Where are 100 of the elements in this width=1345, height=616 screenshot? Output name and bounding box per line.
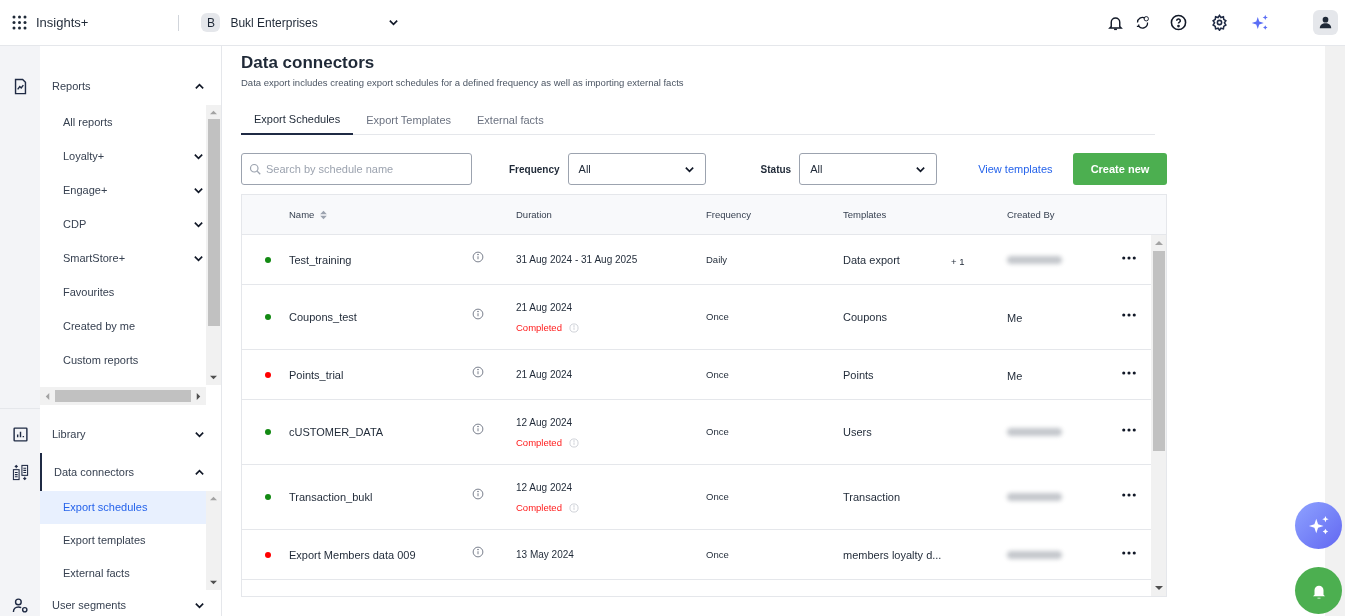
- scroll-up-icon: [210, 495, 217, 502]
- nav-item[interactable]: Created by me: [40, 309, 206, 343]
- search-icon: [249, 163, 261, 176]
- nav-item[interactable]: Export templates: [40, 524, 206, 557]
- duration-text: 31 Aug 2024 - 31 Aug 2025: [516, 253, 639, 268]
- page-scrollbar[interactable]: [1325, 46, 1345, 616]
- user-settings-icon: [11, 597, 29, 614]
- nav-item[interactable]: Engage+: [40, 173, 206, 207]
- template-name: Points: [843, 367, 875, 383]
- more-actions-button[interactable]: [1122, 493, 1136, 498]
- nav-scrollbar[interactable]: [206, 105, 221, 385]
- info-icon: [472, 250, 484, 263]
- info-icon: [472, 545, 484, 558]
- status-label: Status: [760, 162, 792, 177]
- frequency-text: Once: [706, 367, 730, 382]
- scrollbar-thumb[interactable]: [207, 119, 220, 326]
- search-field[interactable]: Search by schedule name: [241, 153, 472, 186]
- column-header: Templates: [843, 207, 888, 222]
- scroll-up-icon: [210, 109, 217, 116]
- nav-item[interactable]: All reports: [40, 105, 206, 139]
- more-actions-button[interactable]: [1122, 428, 1136, 433]
- status-dropdown[interactable]: All: [799, 153, 938, 186]
- more-icon: [1122, 493, 1136, 498]
- status-text: Completed: [516, 320, 562, 335]
- sync-clock-icon[interactable]: [1135, 15, 1150, 30]
- chevron-down-icon: [387, 17, 399, 28]
- more-icon: [1122, 550, 1136, 555]
- nav-section[interactable]: Library: [40, 415, 221, 453]
- info-icon: [568, 322, 579, 333]
- info-icon: [472, 488, 484, 501]
- template-name: Transaction: [843, 490, 902, 505]
- scroll-right-icon: [195, 392, 202, 400]
- org-avatar: B: [201, 13, 221, 32]
- nav-item[interactable]: CDP: [40, 207, 206, 241]
- frequency-text: Once: [706, 310, 730, 325]
- nav-item[interactable]: Custom reports: [40, 343, 206, 377]
- template-name: Data export: [843, 252, 901, 268]
- nav-item[interactable]: Export schedules: [40, 491, 206, 524]
- more-actions-button[interactable]: [1122, 550, 1136, 555]
- info-icon: [472, 423, 484, 436]
- duration-text: 13 May 2024: [516, 548, 575, 563]
- info-icon: [568, 502, 579, 513]
- status-text: Completed: [516, 435, 562, 450]
- sort-icon: [320, 209, 328, 220]
- tab[interactable]: Export Templates: [353, 104, 464, 136]
- user-icon: [1319, 16, 1332, 29]
- status-text: Completed: [516, 500, 562, 515]
- scroll-down-icon[interactable]: [1154, 584, 1163, 593]
- connectors-icon: [11, 463, 29, 481]
- settings-icon[interactable]: [1211, 14, 1228, 31]
- schedule-name[interactable]: Export Members data 009: [289, 546, 467, 563]
- frequency-text: Once: [706, 425, 730, 440]
- sparkle-icon[interactable]: [1251, 13, 1269, 32]
- tab[interactable]: External facts: [464, 104, 557, 136]
- bar-chart-icon: [11, 425, 29, 443]
- schedule-name[interactable]: Test_training: [289, 251, 467, 268]
- scroll-left-icon: [44, 392, 51, 400]
- more-templates-count[interactable]: + 1: [951, 255, 965, 267]
- scrollbar-thumb[interactable]: [1152, 251, 1165, 452]
- more-actions-button[interactable]: [1122, 255, 1136, 260]
- info-icon: [472, 308, 484, 321]
- nav-scrollbar[interactable]: [206, 491, 221, 590]
- nav-item[interactable]: External facts: [40, 557, 206, 590]
- view-templates-link[interactable]: View templates: [978, 161, 1053, 178]
- user-avatar-button[interactable]: [1313, 10, 1338, 35]
- template-name: members loyalty d...: [843, 547, 943, 563]
- chevron-up-icon: [194, 80, 205, 92]
- frequency-text: Once: [706, 547, 730, 562]
- table-scrollbar[interactable]: [1151, 235, 1166, 597]
- duration-text: 12 Aug 2024: [516, 415, 574, 430]
- schedule-name[interactable]: cUSTOMER_DATA: [289, 424, 467, 441]
- schedule-name[interactable]: Coupons_test: [289, 309, 467, 326]
- column-header: Duration: [516, 207, 553, 222]
- scroll-down-icon: [210, 579, 217, 586]
- nav-section[interactable]: User segments: [40, 590, 221, 616]
- tab[interactable]: Export Schedules: [241, 104, 354, 136]
- more-icon: [1122, 255, 1136, 260]
- more-actions-button[interactable]: [1122, 370, 1136, 375]
- nav-item[interactable]: Favourites: [40, 275, 206, 309]
- more-actions-button[interactable]: [1122, 313, 1136, 318]
- chevron-down-icon: [194, 600, 205, 611]
- help-icon[interactable]: [1170, 14, 1187, 31]
- more-icon: [1122, 313, 1136, 318]
- column-header: Frequency: [706, 207, 752, 222]
- org-selector[interactable]: Bukl Enterprises: [230, 13, 399, 32]
- creator-name: Me: [1007, 369, 1023, 382]
- page-subtitle: Data export includes creating export schedules for a defined frequency as well as importing external facts: [241, 76, 685, 90]
- schedule-name[interactable]: Points_trial: [289, 366, 467, 383]
- frequency-text: Once: [706, 490, 730, 505]
- nav-section[interactable]: Reports: [40, 67, 221, 105]
- more-icon: [1122, 428, 1136, 433]
- app-grid-icon[interactable]: [12, 15, 27, 30]
- info-icon: [472, 365, 484, 378]
- frequency-text: Daily: [706, 252, 729, 267]
- column-header[interactable]: Name: [289, 207, 467, 222]
- horizontal-scrollbar[interactable]: [40, 387, 206, 405]
- nav-item[interactable]: SmartStore+: [40, 241, 206, 275]
- frequency-dropdown[interactable]: All: [567, 153, 706, 186]
- nav-item[interactable]: Loyalty+: [40, 139, 206, 173]
- schedule-name[interactable]: Transaction_bukl: [289, 489, 467, 506]
